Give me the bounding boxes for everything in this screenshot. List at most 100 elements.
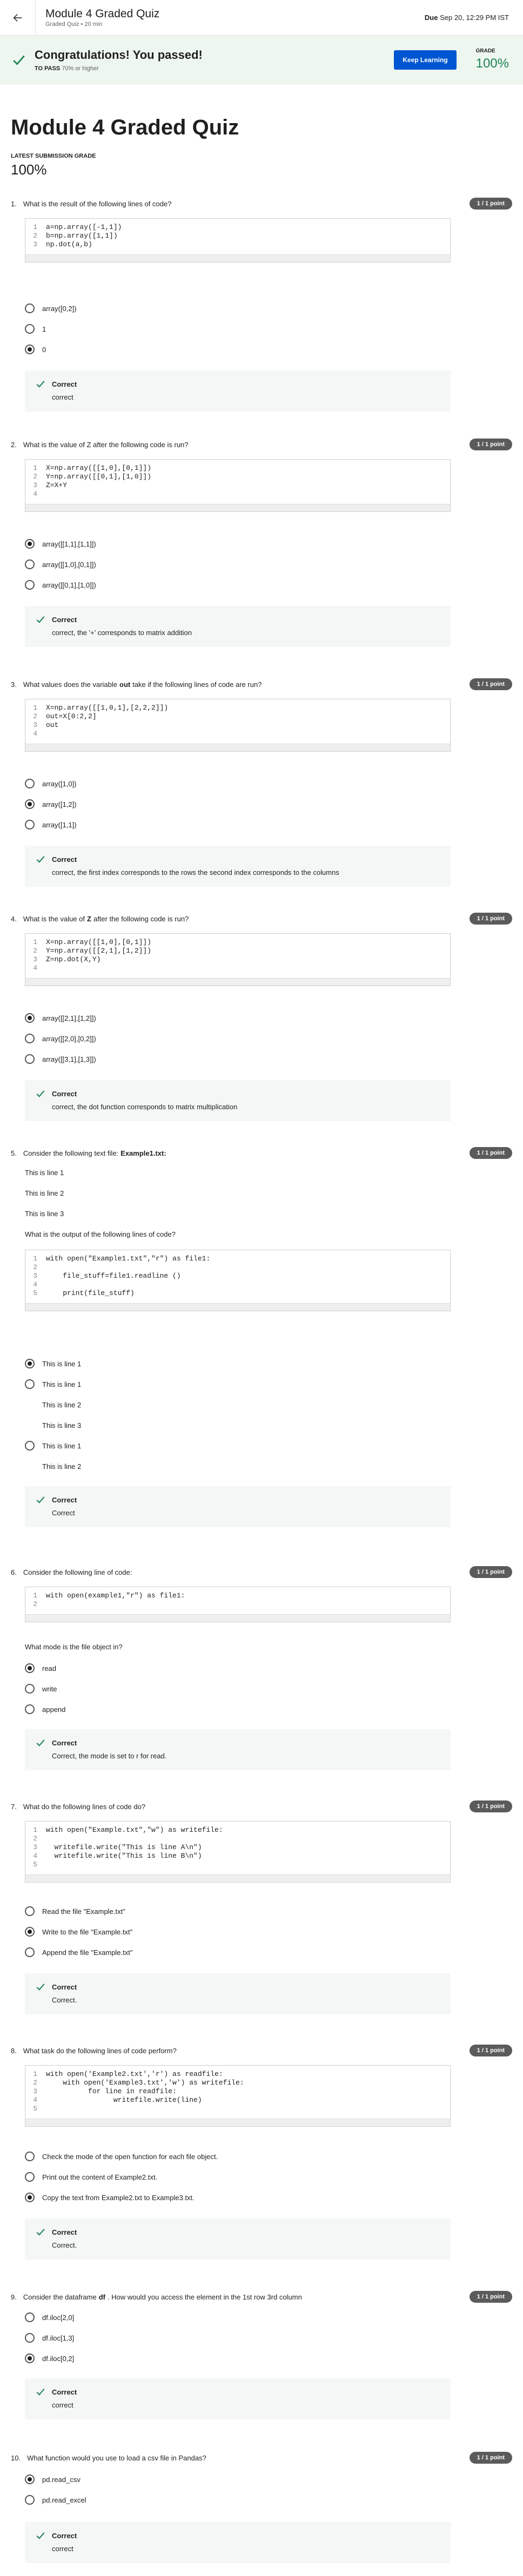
- option-label: df.iloc[1,3]: [42, 2334, 75, 2342]
- question-text-pre: Consider the following text file:: [23, 1149, 119, 1157]
- points-badge: 1 / 1 point: [469, 1566, 512, 1578]
- option-3[interactable]: array([1,1]): [25, 820, 77, 830]
- code-scrollbar[interactable]: [25, 1874, 450, 1882]
- option-1[interactable]: array([1,0]): [25, 779, 77, 788]
- radio-button[interactable]: [25, 1906, 35, 1916]
- option-1[interactable]: array([0,2]): [25, 304, 77, 313]
- option-label: df.iloc[2,0]: [42, 2313, 75, 2322]
- radio-button-selected[interactable]: [25, 345, 35, 354]
- option-1[interactable]: read: [25, 1663, 56, 1673]
- question-text-pre: What values does the variable: [23, 680, 117, 689]
- radio-button-selected[interactable]: [25, 2354, 35, 2363]
- check-icon: [36, 381, 45, 388]
- feedback-message: Correct.: [52, 1996, 77, 2004]
- check-icon: [36, 2389, 45, 2396]
- option-1[interactable]: df.iloc[2,0]: [25, 2312, 74, 2322]
- option-1[interactable]: This is line 1: [25, 1359, 81, 1368]
- radio-button-selected[interactable]: [25, 2193, 35, 2202]
- option-label: read: [42, 1664, 57, 1673]
- check-icon: [36, 2229, 45, 2236]
- option-3[interactable]: array([[0,1],[1,0]]): [25, 580, 96, 590]
- radio-button-selected[interactable]: [25, 1927, 35, 1937]
- option-2[interactable]: Write to the file "Example.txt": [25, 1927, 132, 1937]
- radio-button[interactable]: [25, 779, 35, 788]
- question-text-pre: What is the value of: [23, 914, 85, 923]
- option-2[interactable]: array([1,2]): [25, 799, 77, 809]
- question-text-post: . How would you access the element in th…: [107, 2292, 302, 2301]
- back-button[interactable]: [0, 0, 36, 36]
- radio-button[interactable]: [25, 1379, 35, 1389]
- radio-button-selected[interactable]: [25, 539, 35, 549]
- question-number: 5.: [11, 1149, 17, 1157]
- option-3[interactable]: append: [25, 1704, 65, 1714]
- radio-button[interactable]: [25, 2152, 35, 2161]
- option-1[interactable]: array([[1,1],[1,1]]): [25, 539, 96, 549]
- radio-button-selected[interactable]: [25, 1663, 35, 1673]
- option-2[interactable]: pd.read_excel: [25, 2495, 86, 2505]
- radio-button[interactable]: [25, 559, 35, 569]
- radio-button-selected[interactable]: [25, 1359, 35, 1368]
- option-2[interactable]: 1: [25, 324, 46, 334]
- radio-button[interactable]: [25, 1034, 35, 1043]
- code-scrollbar[interactable]: [25, 1614, 450, 1622]
- radio-button[interactable]: [25, 324, 35, 334]
- option-label: array([1,1]): [42, 820, 77, 829]
- code-scrollbar[interactable]: [25, 744, 450, 751]
- option-2[interactable]: Print out the content of Example2.txt.: [25, 2172, 157, 2182]
- option-label: 1: [42, 325, 46, 333]
- code-scrollbar[interactable]: [25, 978, 450, 986]
- file-line: This is line 1: [25, 1169, 64, 1177]
- option-label: array([[1,1],[1,1]]): [42, 540, 96, 548]
- radio-button[interactable]: [25, 1054, 35, 1064]
- option-1[interactable]: array([[2,1],[1,2]]): [25, 1013, 96, 1023]
- top-bar: Module 4 Graded Quiz Graded Quiz • 20 mi…: [0, 0, 523, 36]
- option-1[interactable]: Read the file "Example.txt": [25, 1906, 125, 1916]
- option-3[interactable]: df.iloc[0,2]: [25, 2354, 74, 2363]
- code-line: X=np.array([[1,0,1],[2,2,2]]): [46, 704, 169, 712]
- code-line: writefile.write("This is line B\n"): [46, 1852, 202, 1860]
- radio-button[interactable]: [25, 1441, 35, 1451]
- option-3[interactable]: array([[3,1],[1,3]]): [25, 1054, 96, 1064]
- option-2[interactable]: df.iloc[1,3]: [25, 2333, 74, 2343]
- radio-button-selected[interactable]: [25, 799, 35, 809]
- option-2-extra-line: This is line 2: [42, 1401, 82, 1409]
- radio-button[interactable]: [25, 820, 35, 830]
- keep-learning-button[interactable]: Keep Learning: [394, 50, 457, 70]
- option-3[interactable]: Copy the text from Example2.txt to Examp…: [25, 2193, 195, 2202]
- code-scrollbar[interactable]: [25, 504, 450, 511]
- feedback-title: Correct: [52, 2228, 77, 2236]
- option-2[interactable]: write: [25, 1684, 57, 1694]
- option-label: array([[0,1],[1,0]]): [42, 581, 96, 589]
- option-1[interactable]: Check the mode of the open function for …: [25, 2152, 218, 2161]
- option-label: array([0,2]): [42, 304, 77, 313]
- code-line: writefile.write(line): [46, 2096, 202, 2104]
- radio-button[interactable]: [25, 2333, 35, 2343]
- option-3[interactable]: This is line 1: [25, 1441, 81, 1451]
- radio-button-selected[interactable]: [25, 2474, 35, 2484]
- radio-button[interactable]: [25, 2172, 35, 2182]
- code-block: 1 with open(example1,"r") as file1: 2: [25, 1587, 451, 1622]
- radio-button-selected[interactable]: [25, 1013, 35, 1023]
- code-block: 1 with open('Example2.txt','r') as readfi…: [25, 2065, 451, 2127]
- option-2[interactable]: This is line 1: [25, 1379, 81, 1389]
- code-scrollbar[interactable]: [25, 254, 450, 262]
- radio-button[interactable]: [25, 2312, 35, 2322]
- option-3[interactable]: 0: [25, 345, 46, 354]
- question-number: 1.: [11, 199, 17, 208]
- code-line: Y=np.array([[0,1],[1,0]]): [46, 473, 152, 481]
- code-scrollbar[interactable]: [25, 2119, 450, 2126]
- option-2[interactable]: array([[1,0],[0,1]]): [25, 559, 96, 569]
- radio-button[interactable]: [25, 2495, 35, 2505]
- code-scrollbar[interactable]: [25, 1303, 450, 1311]
- radio-button[interactable]: [25, 580, 35, 590]
- option-label: Append the file "Example.txt": [42, 1948, 133, 1957]
- radio-button[interactable]: [25, 1947, 35, 1957]
- option-2[interactable]: array([[2,0],[0,2]]): [25, 1034, 96, 1043]
- option-label: 0: [42, 345, 46, 354]
- radio-button[interactable]: [25, 1704, 35, 1714]
- radio-button[interactable]: [25, 304, 35, 313]
- option-1[interactable]: pd.read_csv: [25, 2474, 81, 2484]
- option-3[interactable]: Append the file "Example.txt": [25, 1947, 133, 1957]
- radio-button[interactable]: [25, 1684, 35, 1694]
- check-icon: [36, 2532, 45, 2539]
